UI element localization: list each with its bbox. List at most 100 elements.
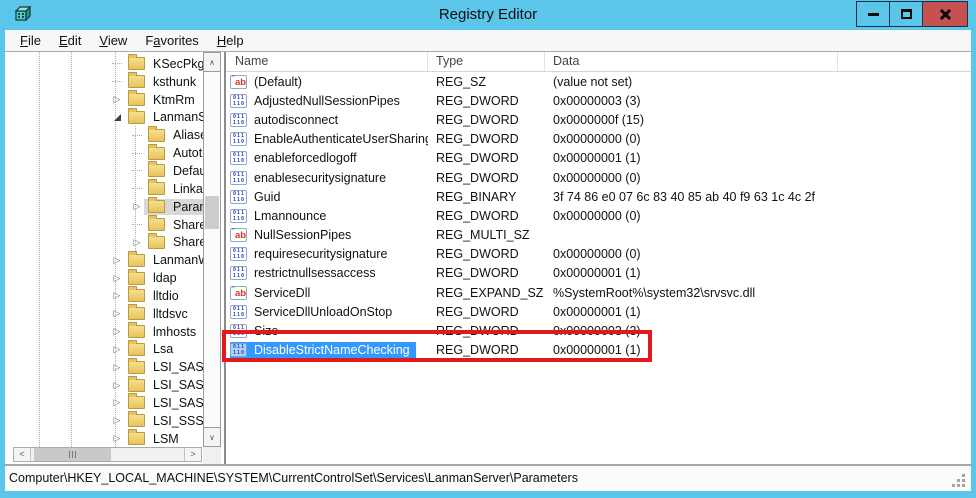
maximize-button[interactable] xyxy=(889,1,922,27)
value-name: (Default) xyxy=(251,74,305,90)
tree-item-lsi_sss[interactable]: ▷LSI_SSS xyxy=(5,412,205,430)
scroll-right-icon[interactable]: > xyxy=(184,448,201,461)
tree-item-label: Lsa xyxy=(150,341,176,357)
thumb-grip xyxy=(72,451,73,458)
value-name-cell: NullSessionPipes xyxy=(226,227,428,243)
folder-icon xyxy=(128,325,145,338)
column-header-type[interactable]: Type xyxy=(428,52,545,71)
dword-value-icon xyxy=(230,94,247,108)
value-type: REG_DWORD xyxy=(428,113,545,127)
expand-icon[interactable]: ▷ xyxy=(110,255,124,266)
expand-icon[interactable]: ▷ xyxy=(130,237,144,248)
menu-view[interactable]: View xyxy=(90,30,136,52)
title-bar[interactable]: Registry Editor xyxy=(0,0,976,30)
expand-icon[interactable]: ▷ xyxy=(130,201,144,212)
tree-horizontal-scrollbar[interactable]: < > xyxy=(13,447,202,462)
vertical-scroll-thumb[interactable] xyxy=(205,196,219,229)
tree-item-linkage[interactable]: Linkage xyxy=(5,180,205,198)
expand-icon[interactable]: ▷ xyxy=(110,290,124,301)
column-header-data[interactable]: Data xyxy=(545,52,838,71)
tree-item-lmhosts[interactable]: ▷lmhosts xyxy=(5,323,205,341)
expand-icon[interactable]: ▷ xyxy=(110,433,124,444)
dword-value-icon xyxy=(230,113,247,127)
registry-value-row[interactable]: AdjustedNullSessionPipesREG_DWORD0x00000… xyxy=(226,91,971,110)
folder-icon xyxy=(128,75,145,88)
value-type: REG_DWORD xyxy=(428,247,545,261)
registry-value-row[interactable]: LmannounceREG_DWORD0x00000000 (0) xyxy=(226,206,971,225)
tree-item-shares[interactable]: ▷Shares xyxy=(5,233,205,251)
registry-value-row[interactable]: EnableAuthenticateUserSharingREG_DWORD0x… xyxy=(226,130,971,149)
tree-item-ksthunk[interactable]: ksthunk xyxy=(5,73,205,91)
registry-value-row[interactable]: restrictnullsessaccessREG_DWORD0x0000000… xyxy=(226,264,971,283)
registry-value-row[interactable]: GuidREG_BINARY3f 74 86 e0 07 6c 83 40 85… xyxy=(226,187,971,206)
tree-connector xyxy=(110,81,124,82)
tree-item-defaultsecurity[interactable]: DefaultSecurity xyxy=(5,162,205,180)
expand-icon[interactable]: ▷ xyxy=(110,397,124,408)
expand-icon[interactable]: ▷ xyxy=(110,344,124,355)
menu-favorites[interactable]: Favorites xyxy=(136,30,207,52)
expand-icon[interactable]: ▷ xyxy=(110,362,124,373)
tree-vertical-scrollbar[interactable]: ∧ ∨ xyxy=(203,52,221,447)
tree-item-lltdio[interactable]: ▷lltdio xyxy=(5,287,205,305)
registry-value-row[interactable]: autodisconnectREG_DWORD0x0000000f (15) xyxy=(226,110,971,129)
value-name: requiresecuritysignature xyxy=(251,246,390,262)
value-type: REG_DWORD xyxy=(428,209,545,223)
tree-item-ksecpkg[interactable]: KSecPkg xyxy=(5,55,205,73)
scroll-down-icon[interactable]: ∨ xyxy=(204,427,220,446)
registry-value-row[interactable]: ServiceDllREG_EXPAND_SZ%SystemRoot%\syst… xyxy=(226,283,971,302)
horizontal-scroll-thumb[interactable] xyxy=(34,448,111,461)
registry-value-row[interactable]: enablesecuritysignatureREG_DWORD0x000000… xyxy=(226,168,971,187)
expand-icon[interactable]: ▷ xyxy=(110,326,124,337)
minimize-button[interactable] xyxy=(856,1,889,27)
tree-item-lltdsvc[interactable]: ▷lltdsvc xyxy=(5,305,205,323)
value-name-cell: AdjustedNullSessionPipes xyxy=(226,93,428,109)
expand-icon[interactable]: ▷ xyxy=(110,273,124,284)
content-area: KSecPkgksthunk▷KtmRmLanmanServerAliasesA… xyxy=(5,52,971,464)
close-button[interactable] xyxy=(922,1,968,27)
tree-item-lsi_sas[interactable]: ▷LSI_SAS xyxy=(5,358,205,376)
value-type: REG_DWORD xyxy=(428,94,545,108)
registry-value-row[interactable]: requiresecuritysignatureREG_DWORD0x00000… xyxy=(226,245,971,264)
resize-grip[interactable] xyxy=(962,474,965,477)
status-path: Computer\HKEY_LOCAL_MACHINE\SYSTEM\Curre… xyxy=(9,471,578,485)
registry-value-row[interactable]: enableforcedlogoffREG_DWORD0x00000001 (1… xyxy=(226,149,971,168)
expand-icon[interactable]: ▷ xyxy=(110,415,124,426)
tree-item-aliases[interactable]: Aliases xyxy=(5,126,205,144)
column-header-name[interactable]: Name xyxy=(226,52,428,71)
menu-edit[interactable]: Edit xyxy=(50,30,90,52)
tree-item-label: DefaultSecurity xyxy=(170,163,205,179)
menu-label-part: F xyxy=(20,33,28,48)
collapse-icon[interactable] xyxy=(110,114,124,121)
tree-item-autotunedparameters[interactable]: AutotunedParameters xyxy=(5,144,205,162)
value-name: ServiceDllUnloadOnStop xyxy=(251,304,395,320)
scroll-left-icon[interactable]: < xyxy=(14,448,31,461)
tree-item-parameters[interactable]: ▷Parameters xyxy=(5,198,205,216)
expand-icon[interactable]: ▷ xyxy=(110,380,124,391)
dword-value-icon xyxy=(230,305,247,319)
dword-value-icon xyxy=(230,151,247,165)
tree-connector xyxy=(130,188,144,189)
menu-help[interactable]: Help xyxy=(208,30,253,52)
tree-item-lanmanworkstation[interactable]: ▷LanmanWorkstation xyxy=(5,251,205,269)
tree-item-lsm[interactable]: ▷LSM xyxy=(5,430,205,447)
tree-item-ktmrm[interactable]: ▷KtmRm xyxy=(5,91,205,109)
tree-item-lanmanserver[interactable]: LanmanServer xyxy=(5,109,205,127)
tree-item-ldap[interactable]: ▷ldap xyxy=(5,269,205,287)
registry-value-row[interactable]: ServiceDllUnloadOnStopREG_DWORD0x0000000… xyxy=(226,302,971,321)
value-data: 0x00000000 (0) xyxy=(545,209,971,223)
tree-item-shareproviders[interactable]: ShareProviders xyxy=(5,216,205,234)
value-data: 0x00000001 (1) xyxy=(545,151,971,165)
expand-icon[interactable]: ▷ xyxy=(110,308,124,319)
minimize-icon xyxy=(868,13,879,16)
value-name-cell: enableforcedlogoff xyxy=(226,150,428,166)
tree-item-lsi_sas3[interactable]: ▷LSI_SAS3 xyxy=(5,394,205,412)
scroll-up-icon[interactable]: ∧ xyxy=(204,53,220,72)
expand-icon[interactable]: ▷ xyxy=(110,94,124,105)
menu-file[interactable]: File xyxy=(11,30,50,52)
registry-value-row[interactable]: NullSessionPipesREG_MULTI_SZ xyxy=(226,226,971,245)
value-type: REG_DWORD xyxy=(428,151,545,165)
tree-item-lsa[interactable]: ▷ Lsa xyxy=(5,341,205,359)
registry-value-row[interactable]: (Default)REG_SZ(value not set) xyxy=(226,72,971,91)
tree-item-lsi_sas2[interactable]: ▷LSI_SAS2 xyxy=(5,376,205,394)
tree-item-label: KSecPkg xyxy=(150,56,205,72)
